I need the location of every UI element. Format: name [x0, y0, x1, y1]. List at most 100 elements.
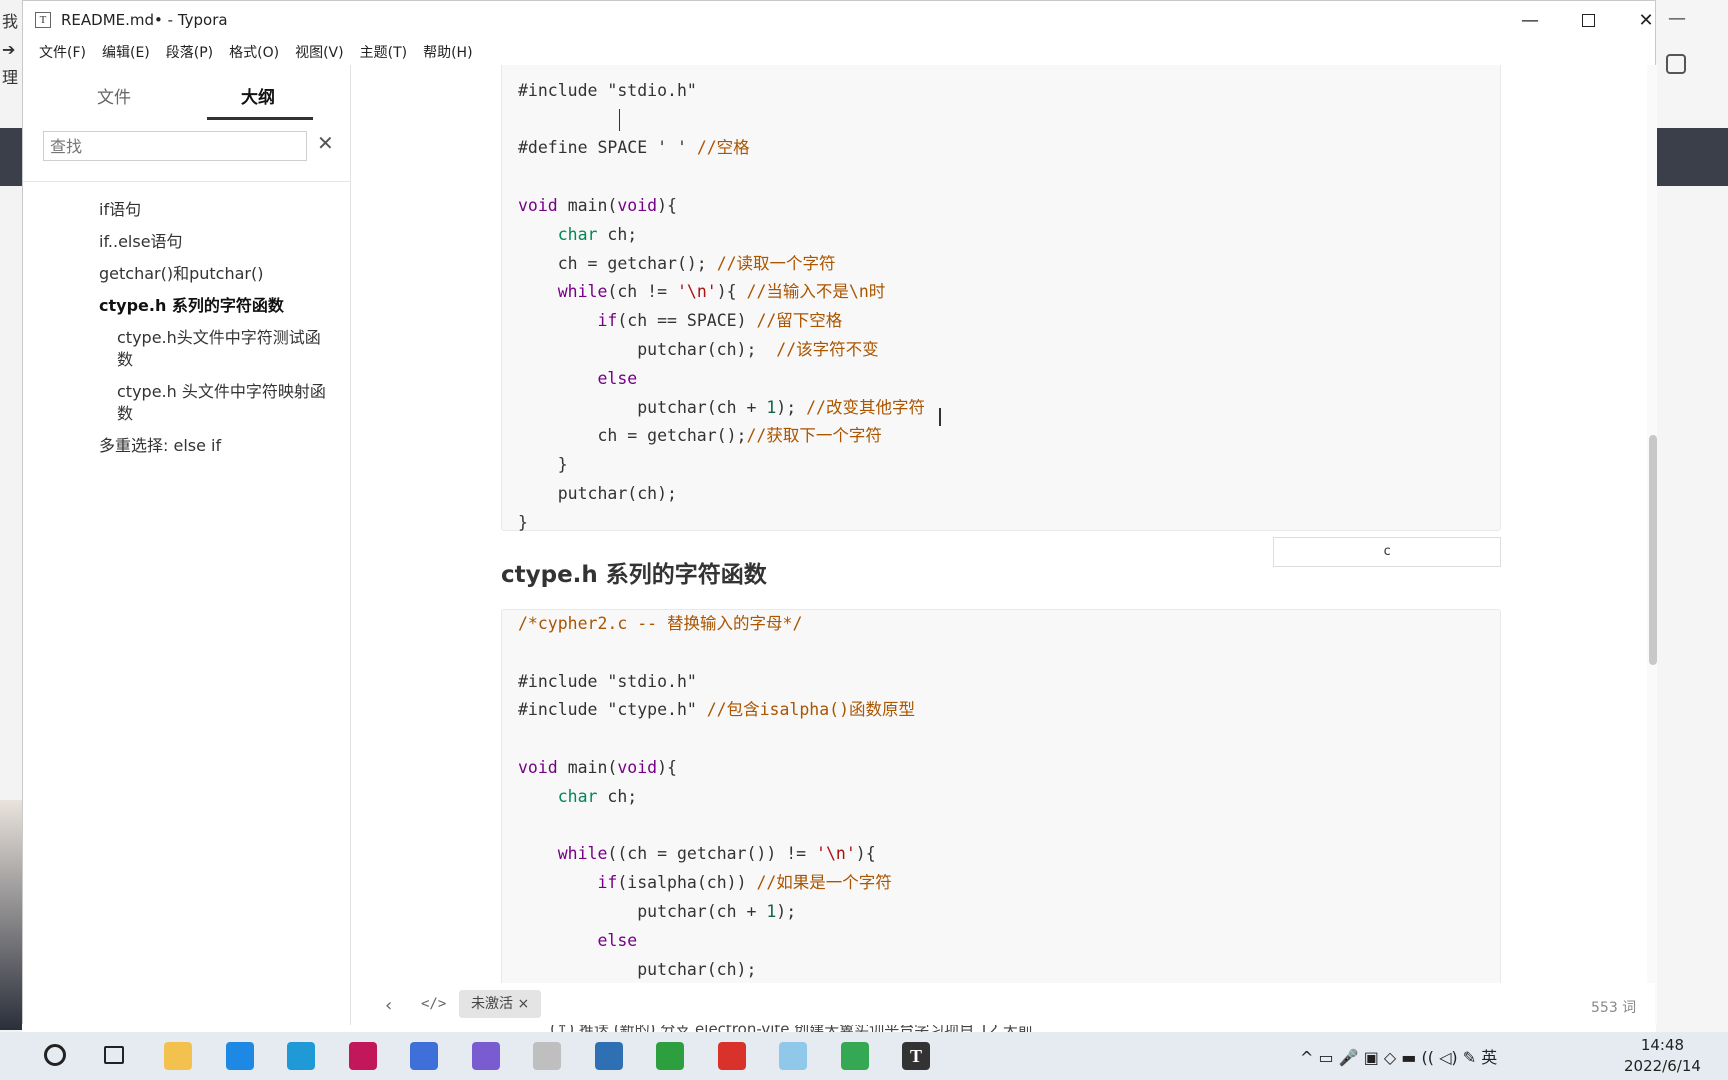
maximize-icon [1581, 13, 1595, 27]
netease-music-icon[interactable] [717, 1042, 746, 1070]
outline-item-ctype-test[interactable]: ctype.h头文件中字符测试函数 [23, 327, 351, 371]
outline-item-getchar[interactable]: getchar()和putchar() [23, 263, 351, 285]
code-line: putchar(ch); [518, 483, 677, 503]
code-line: putchar(ch); [518, 959, 757, 979]
code-line: char ch; [557, 786, 638, 806]
toggle-sidebar-icon[interactable]: ‹ [385, 995, 392, 1016]
maximize-button[interactable] [1559, 1, 1617, 39]
tab-files[interactable]: 文件 [97, 83, 131, 108]
word-count[interactable]: 553 词 [1591, 997, 1636, 1017]
title-bar[interactable]: T README.md• - Typora — ✕ [23, 1, 1655, 39]
clear-search-icon[interactable]: ✕ [317, 131, 334, 155]
clock-date: 2022/6/14 [1624, 1057, 1701, 1075]
window-title: README.md• - Typora [61, 11, 228, 29]
typora-icon[interactable]: T [902, 1042, 930, 1070]
code-line: else [597, 368, 638, 388]
code-line: ch = getchar();//获取下一个字符 [518, 426, 882, 446]
tab-outline[interactable]: 大纲 [241, 83, 275, 108]
edge-icon[interactable] [287, 1042, 315, 1070]
app-triangle-icon[interactable] [410, 1042, 438, 1070]
outline-item-if-else[interactable]: if..else语句 [23, 231, 351, 253]
outline-item-else-if[interactable]: 多重选择: else if [23, 435, 351, 457]
outline-item-ctype-map[interactable]: ctype.h 头文件中字符映射函数 [23, 381, 351, 425]
code-line: else [597, 930, 638, 950]
menu-view[interactable]: 视图(V) [287, 42, 352, 62]
code-line: putchar(ch); //该字符不变 [518, 339, 879, 359]
code-language-input[interactable]: c [1273, 537, 1501, 567]
unactivated-badge[interactable]: 未激活 × [459, 990, 542, 1018]
code-line: } [518, 512, 528, 532]
clock[interactable]: 14:48 2022/6/14 [1624, 1035, 1701, 1077]
code-line: if(ch == SPACE) //留下空格 [597, 311, 843, 331]
vscode-icon[interactable] [225, 1042, 254, 1070]
editor-area[interactable]: #include "stdio.h" #define SPACE ' ' //空… [351, 65, 1655, 1025]
code-block[interactable]: #include "stdio.h" #define SPACE ' ' //空… [501, 65, 1501, 532]
background-band-left [0, 128, 22, 186]
typora-icon: T [35, 12, 51, 28]
system-tray[interactable]: ^ ▭ 🎤 ▣ ◇ ▬ (( ◁) ✎ 英 [1300, 1044, 1497, 1068]
background-video-thumbnail [0, 800, 22, 1030]
ibeam-cursor-icon [939, 408, 941, 426]
menu-bar: 文件(F) 编辑(E) 段落(P) 格式(O) 视图(V) 主题(T) 帮助(H… [23, 39, 1655, 65]
wechat-icon[interactable] [533, 1042, 561, 1070]
sidebar: 文件 大纲 ✕ if语句 if..else语句 getchar()和putcha… [23, 65, 351, 1025]
outline-item-ctype[interactable]: ctype.h 系列的字符函数 [23, 295, 351, 317]
hbuilder-icon[interactable] [656, 1042, 684, 1070]
source-code-mode-icon[interactable]: </> [421, 996, 446, 1012]
code-line: char ch; [557, 224, 638, 244]
code-line: void main(void){ [518, 757, 677, 777]
sidebar-divider [23, 181, 351, 182]
code-line: while(ch != '\n'){ //当输入不是\n时 [557, 282, 886, 302]
status-bar: ‹ </> 未激活 × 553 词 [351, 983, 1655, 1025]
file-explorer-icon[interactable] [164, 1042, 192, 1070]
code-line: /*cypher2.c -- 替换输入的字母*/ [518, 614, 803, 633]
menu-help[interactable]: 帮助(H) [415, 42, 480, 62]
editor-scrollbar[interactable] [1647, 65, 1657, 1025]
task-view-icon[interactable] [104, 1046, 124, 1064]
menu-theme[interactable]: 主题(T) [352, 42, 415, 62]
section-heading[interactable]: ctype.h 系列的字符函数 [501, 555, 767, 589]
clock-time: 14:48 [1640, 1036, 1685, 1054]
code-line: #define SPACE ' ' //空格 [518, 138, 750, 158]
code-line: if(isalpha(ch)) //如果是一个字符 [597, 873, 892, 893]
code-line: putchar(ch + 1); [518, 901, 797, 921]
code-line: ch = getchar(); //读取一个字符 [518, 253, 836, 273]
close-button[interactable]: ✕ [1617, 1, 1675, 39]
outline-list: if语句 if..else语句 getchar()和putchar() ctyp… [23, 199, 351, 467]
code-line: #include "stdio.h" [518, 671, 697, 691]
menu-edit[interactable]: 编辑(E) [94, 42, 158, 62]
scrollbar-thumb[interactable] [1649, 435, 1657, 665]
menu-file[interactable]: 文件(F) [31, 42, 94, 62]
typora-window: T README.md• - Typora — ✕ 文件(F) 编辑(E) 段落… [22, 0, 1657, 1025]
code-line: #include "stdio.h" [518, 80, 697, 100]
text-caret [619, 109, 620, 131]
app-feather-icon[interactable] [471, 1042, 500, 1070]
code-line: putchar(ch + 1); //改变其他字符 [518, 397, 925, 417]
code-line: #include "ctype.h" //包含isalpha()函数原型 [518, 700, 916, 720]
xmind-icon[interactable] [594, 1042, 623, 1070]
minimize-icon: — [1521, 9, 1539, 31]
outline-item-if[interactable]: if语句 [23, 199, 351, 221]
menu-paragraph[interactable]: 段落(P) [158, 42, 221, 62]
search-icon[interactable] [44, 1044, 66, 1066]
code-line: } [518, 455, 568, 475]
sidebar-tabs: 文件 大纲 [23, 65, 350, 123]
active-tab-indicator [207, 117, 313, 120]
background-app-icon [1666, 54, 1686, 74]
app-green-icon[interactable] [840, 1042, 869, 1070]
code-line: while((ch = getchar()) != '\n'){ [557, 844, 876, 864]
menu-format[interactable]: 格式(O) [221, 42, 287, 62]
close-icon: ✕ [1638, 9, 1654, 31]
taskbar: T ^ ▭ 🎤 ▣ ◇ ▬ (( ◁) ✎ 英 14:48 2022/6/14 [0, 1032, 1728, 1080]
code-block[interactable]: /*cypher2.c -- 替换输入的字母*/ #include "stdio… [501, 609, 1501, 1025]
app-anime-icon[interactable] [779, 1042, 807, 1070]
intellij-icon[interactable] [348, 1042, 377, 1070]
outline-search-input[interactable] [43, 131, 307, 161]
minimize-button[interactable]: — [1501, 1, 1559, 39]
